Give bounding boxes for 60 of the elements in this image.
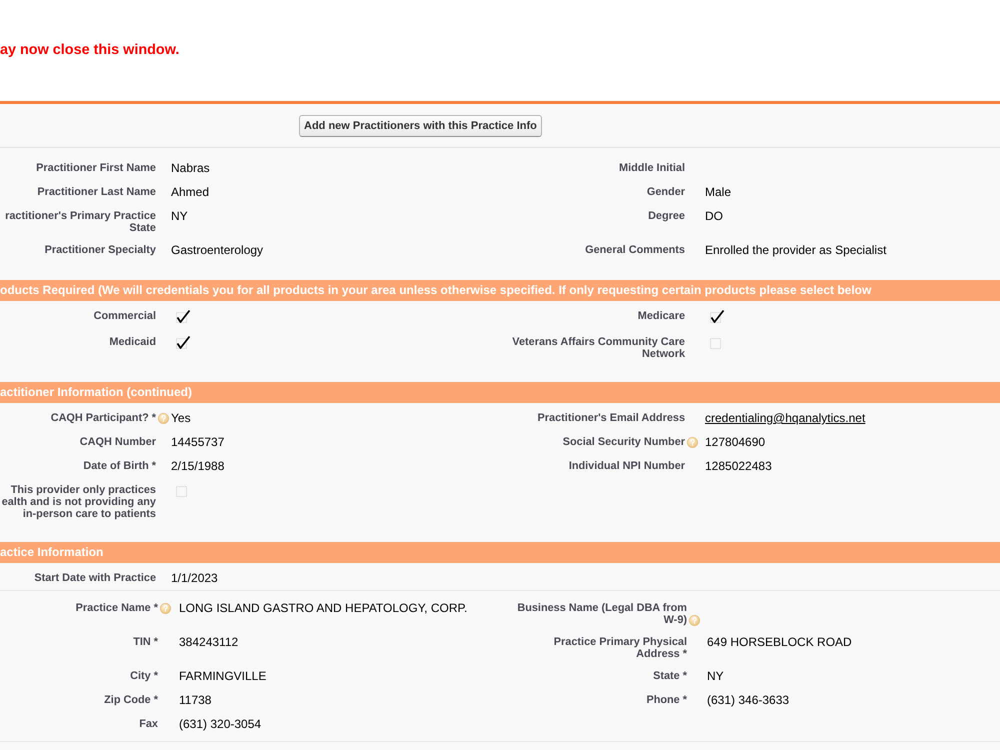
- field-value: DO: [705, 209, 723, 223]
- field-label: Date of Birth *: [83, 460, 156, 472]
- close-window-message: ay now close this window.: [0, 41, 180, 59]
- field-label: Start Date with Practice: [34, 572, 156, 584]
- field-value: Yes: [171, 411, 191, 425]
- section-header: oducts Required (We will credentials you for all products in your area unless otherwise specified. If only requesting certain products please select below: [0, 280, 1000, 301]
- field-value: Male: [705, 185, 732, 199]
- field-label: Practice Name *: [76, 602, 158, 614]
- section-header: actitioner Information (continued): [0, 382, 1000, 403]
- email-link[interactable]: credentialing@hqanalytics.net: [705, 411, 866, 425]
- field-label: Degree: [648, 210, 685, 222]
- help-icon[interactable]: [158, 412, 169, 424]
- field-label: Practitioner's Email Address: [538, 412, 685, 424]
- field-label: Individual NPI Number: [568, 460, 685, 472]
- field-value: 2/15/1988: [171, 459, 224, 473]
- field-label: Gender: [646, 186, 685, 198]
- field-label: Practice Primary Physical Address *: [554, 636, 687, 660]
- help-icon[interactable]: [160, 602, 171, 614]
- field-label: City *: [130, 670, 158, 682]
- field-value: 384243112: [179, 635, 238, 649]
- field-value: FARMINGVILLE: [179, 669, 266, 683]
- field-value: 1/1/2023: [171, 571, 218, 585]
- field-label: Business Name (Legal DBA from W-9): [517, 602, 687, 626]
- help-icon[interactable]: [687, 436, 698, 448]
- field-label: Medicaid: [109, 336, 156, 348]
- field-label: Commercial: [94, 310, 156, 322]
- help-icon[interactable]: [689, 614, 700, 626]
- field-value: 1285022483: [705, 459, 772, 473]
- field-label: Veterans Affairs Community Care Network: [512, 336, 685, 360]
- field-value: Gastroenterology: [171, 243, 264, 257]
- field-label: ractitioner's Primary Practice State: [5, 210, 156, 234]
- field-label: Zip Code *: [104, 694, 158, 706]
- field-label: Practitioner Specialty: [44, 244, 156, 256]
- add-practitioners-button[interactable]: Add new Practitioners with this Practice Info: [299, 114, 542, 136]
- field-value: (631) 346-3633: [707, 693, 790, 707]
- field-value: 127804690: [705, 435, 766, 449]
- section-header: actice Information: [0, 542, 1000, 563]
- field-value: 649 HORSEBLOCK ROAD: [707, 635, 852, 649]
- field-label: Fax: [139, 718, 158, 730]
- field-label: CAQH Number: [80, 436, 156, 448]
- field-value: NY: [707, 669, 724, 683]
- field-value: 11738: [179, 693, 212, 707]
- field-value: LONG ISLAND GASTRO AND HEPATOLOGY, CORP.: [179, 601, 468, 615]
- field-value: Nabras: [171, 161, 210, 175]
- field-label: General Comments: [585, 244, 685, 256]
- field-label: Middle Initial: [619, 162, 685, 174]
- field-label: Practitioner Last Name: [37, 186, 156, 198]
- field-label: Phone *: [646, 694, 687, 706]
- field-value: Ahmed: [171, 185, 210, 199]
- field-label: TIN *: [133, 636, 158, 648]
- field-label: State *: [653, 670, 687, 682]
- field-label: Social Security Number: [562, 436, 685, 448]
- field-value: (631) 320-3054: [179, 717, 262, 731]
- field-value: NY: [171, 209, 188, 223]
- field-label: CAQH Participant? *: [50, 412, 156, 424]
- field-label: This provider only practices ealth and is not providing any in-person care to patients: [2, 484, 156, 520]
- field-value: 14455737: [171, 435, 224, 449]
- field-label: Medicare: [638, 310, 685, 322]
- field-label: Practitioner First Name: [36, 162, 156, 174]
- field-value: Enrolled the provider as Specialist: [705, 243, 886, 257]
